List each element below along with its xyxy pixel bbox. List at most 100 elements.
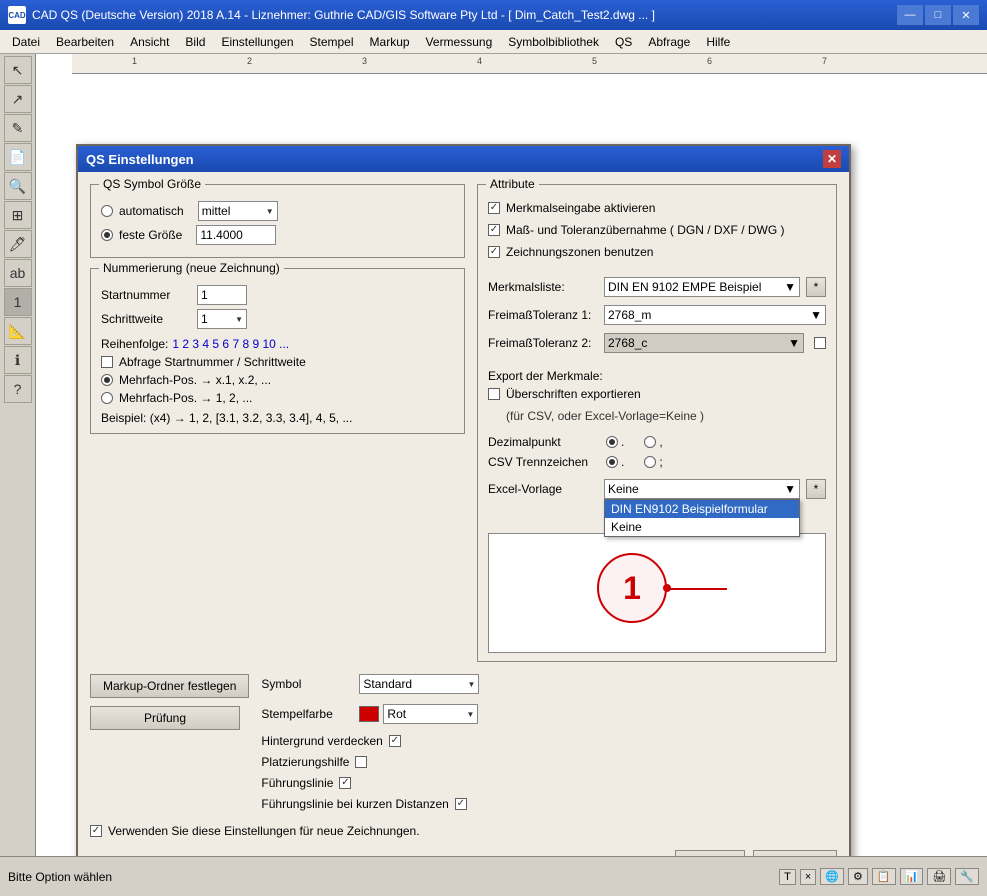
merkmale-row: Merkmalseingabe aktivieren (488, 201, 826, 215)
menu-abfrage[interactable]: Abfrage (640, 33, 698, 51)
status-icon-t[interactable]: T (779, 869, 796, 885)
status-icon-chart[interactable]: 📊 (900, 868, 924, 885)
checkbox-fuehrungslinie[interactable] (339, 777, 351, 789)
radio-dezimalpunkt-dot[interactable] (606, 436, 618, 448)
tool-arrow[interactable]: ↗ (4, 85, 32, 113)
symbol-row: Symbol Standard ▼ (261, 674, 837, 694)
menu-hilfe[interactable]: Hilfe (698, 33, 738, 51)
freimass2-label: FreimaßToleranz 2: (488, 336, 598, 350)
ueberschriften-label: Überschriften exportieren (506, 387, 641, 401)
tool-pen[interactable]: 🖊 (4, 230, 32, 258)
menu-vermessung[interactable]: Vermessung (418, 33, 501, 51)
markup-ordner-button[interactable]: Markup-Ordner festlegen (90, 674, 249, 698)
checkbox-ueberschriften[interactable] (488, 388, 500, 400)
tool-grid[interactable]: ⊞ (4, 201, 32, 229)
step-label: Schrittweite (101, 312, 191, 326)
checkbox-merkmale[interactable] (488, 202, 500, 214)
freimass1-row: FreimaßToleranz 1: 2768_m ▼ (488, 305, 826, 325)
excel-value: Keine (608, 482, 639, 496)
radio-mehrfach1[interactable] (101, 374, 113, 386)
freimass1-select[interactable]: 2768_m ▼ (604, 305, 826, 325)
close-button[interactable]: ✕ (953, 5, 979, 25)
radio-mehrfach2[interactable] (101, 392, 113, 404)
checkbox-freimass2[interactable] (814, 337, 826, 349)
ueberschriften-row: Überschriften exportieren (488, 387, 826, 401)
step-dropdown-arrow-icon: ▼ (235, 315, 243, 324)
checkbox-platzierungshilfe[interactable] (355, 756, 367, 768)
tool-info[interactable]: ℹ (4, 346, 32, 374)
tool-measure[interactable]: 📐 (4, 317, 32, 345)
tool-document[interactable]: 📄 (4, 143, 32, 171)
menu-stempel[interactable]: Stempel (302, 33, 362, 51)
tool-text[interactable]: ab (4, 259, 32, 287)
checkbox-hintergrund[interactable] (389, 735, 401, 747)
menu-qs[interactable]: QS (607, 33, 640, 51)
dialog-titlebar: QS Einstellungen ✕ (78, 146, 849, 172)
pruefung-button[interactable]: Prüfung (90, 706, 240, 730)
status-icon-print[interactable]: 🖨 (927, 868, 951, 885)
checkbox-zeichnung[interactable] (488, 246, 500, 258)
ruler-horizontal: 1 2 3 4 5 6 7 (72, 54, 987, 74)
radio-auto-label: automatisch (119, 204, 184, 218)
radio-dezimalpunkt-comma[interactable] (644, 436, 656, 448)
merkmalliste-select[interactable]: DIN EN 9102 EMPE Beispiel ▼ (604, 277, 800, 297)
left-panel: QS Symbol Größe automatisch mittel ▼ (90, 184, 465, 662)
merkmalliste-row: Merkmalsliste: DIN EN 9102 EMPE Beispiel… (488, 277, 826, 297)
freimass2-arrow-icon: ▼ (788, 336, 800, 350)
step-dropdown[interactable]: 1 ▼ (197, 309, 247, 329)
window-controls: — □ ✕ (897, 5, 979, 25)
symbol-dropdown[interactable]: Standard ▼ (359, 674, 479, 694)
tool-number[interactable]: 1 (4, 288, 32, 316)
status-icon-clipboard[interactable]: 📋 (872, 868, 896, 885)
start-input[interactable] (197, 285, 247, 305)
dialog-title: QS Einstellungen (86, 152, 194, 167)
dialog-close-button[interactable]: ✕ (823, 150, 841, 168)
stempelfarbe-row: Stempelfarbe Rot ▼ (261, 704, 837, 724)
fixed-value-input[interactable] (196, 225, 276, 245)
dropdown-item-keine[interactable]: Keine (605, 518, 799, 536)
radio-csv-dot[interactable] (606, 456, 618, 468)
numbering-group-title: Nummerierung (neue Zeichnung) (99, 261, 284, 275)
merkmalliste-star-button[interactable]: * (806, 277, 826, 297)
beispiel-text: Beispiel: (x4) → 1, 2, [3.1, 3.2, 3.3, 3… (101, 411, 352, 425)
size-dropdown[interactable]: mittel ▼ (198, 201, 278, 221)
footer-checkbox-row: Verwenden Sie diese Einstellungen für ne… (78, 818, 849, 844)
excel-select[interactable]: Keine ▼ (604, 479, 800, 499)
status-icon-globe[interactable]: 🌐 (820, 868, 844, 885)
menu-symbolbibliothek[interactable]: Symbolbibliothek (500, 33, 607, 51)
tool-pencil[interactable]: ✎ (4, 114, 32, 142)
status-icon-x[interactable]: × (800, 869, 816, 885)
mehrfach1-row: Mehrfach-Pos. → x.1, x.2, ... (101, 373, 454, 387)
tool-question[interactable]: ? (4, 375, 32, 403)
tool-zoom[interactable]: 🔍 (4, 172, 32, 200)
menu-bild[interactable]: Bild (177, 33, 213, 51)
menu-einstellungen[interactable]: Einstellungen (213, 33, 301, 51)
dropdown-item-din[interactable]: DIN EN9102 Beispielformular (605, 500, 799, 518)
excel-arrow-icon: ▼ (784, 482, 796, 496)
maximize-button[interactable]: □ (925, 5, 951, 25)
checkbox-fuehrungslinie2[interactable] (455, 798, 467, 810)
menu-datei[interactable]: Datei (4, 33, 48, 51)
dialog-buttons: OK Abbrechen (78, 844, 849, 856)
menu-markup[interactable]: Markup (362, 33, 418, 51)
dezimalpunkt-comma-label: , (659, 435, 662, 449)
status-icon-gear[interactable]: ⚙ (848, 868, 868, 885)
start-label: Startnummer (101, 288, 191, 302)
menu-bearbeiten[interactable]: Bearbeiten (48, 33, 122, 51)
checkbox-mass[interactable] (488, 224, 500, 236)
radio-auto[interactable] (101, 205, 113, 217)
cancel-button[interactable]: Abbrechen (753, 850, 837, 856)
merkmale-label: Merkmalseingabe aktivieren (506, 201, 655, 215)
status-icon-wrench[interactable]: 🔧 (955, 868, 979, 885)
ok-button[interactable]: OK (675, 850, 745, 856)
radio-fixed[interactable] (101, 229, 113, 241)
freimass2-select[interactable]: 2768_c ▼ (604, 333, 804, 353)
checkbox-abfrage[interactable] (101, 356, 113, 368)
checkbox-verwenden[interactable] (90, 825, 102, 837)
radio-csv-semicolon[interactable] (644, 456, 656, 468)
excel-star-button[interactable]: * (806, 479, 826, 499)
tool-pointer[interactable]: ↖ (4, 56, 32, 84)
stempelfarbe-dropdown[interactable]: Rot ▼ (383, 704, 478, 724)
menu-ansicht[interactable]: Ansicht (122, 33, 177, 51)
minimize-button[interactable]: — (897, 5, 923, 25)
